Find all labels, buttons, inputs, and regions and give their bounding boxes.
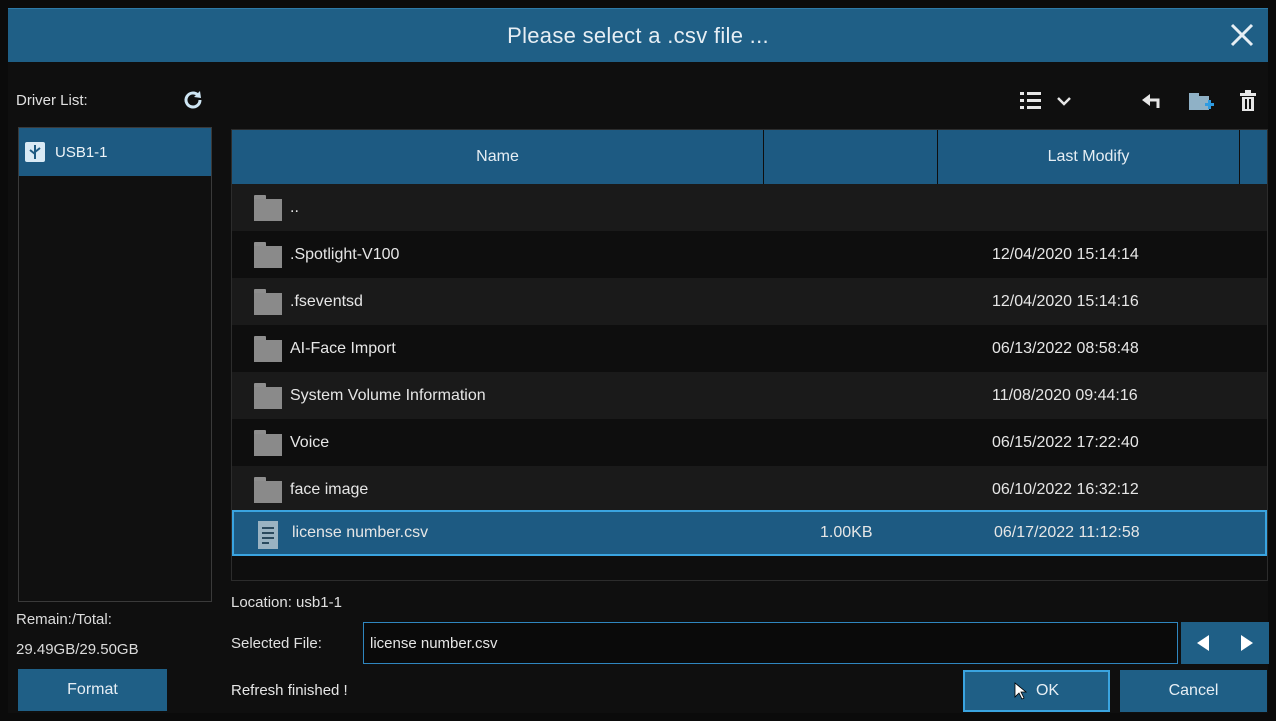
- row-name: AI-Face Import: [290, 339, 396, 357]
- table-row[interactable]: .Spotlight-V100 12/04/2020 15:14:14: [232, 231, 1267, 278]
- driver-item-label: USB1-1: [55, 143, 108, 161]
- folder-icon: [254, 430, 282, 456]
- driver-list-label: Driver List:: [16, 92, 88, 109]
- location-label: Location: usb1-1: [231, 594, 342, 611]
- folder-icon: [254, 242, 282, 268]
- ok-button-label: OK: [1035, 682, 1060, 699]
- new-folder-icon[interactable]: [1186, 86, 1216, 116]
- next-button[interactable]: [1225, 622, 1269, 664]
- row-name: license number.csv: [292, 524, 429, 541]
- row-modified: 06/10/2022 16:32:12: [992, 480, 1139, 498]
- trash-icon[interactable]: [1236, 86, 1260, 116]
- row-modified: 11/08/2020 09:44:16: [992, 386, 1138, 404]
- remain-total-label: Remain:/Total:: [16, 611, 112, 628]
- close-icon[interactable]: [1226, 19, 1258, 51]
- back-arrow-icon[interactable]: [1138, 86, 1164, 116]
- row-name: .Spotlight-V100: [290, 245, 400, 263]
- table-row[interactable]: face image 06/10/2022 16:32:12: [232, 466, 1267, 513]
- table-row[interactable]: AI-Face Import 06/13/2022 08:58:48: [232, 325, 1267, 372]
- table-row[interactable]: ..: [232, 184, 1267, 231]
- format-button[interactable]: Format: [18, 669, 167, 711]
- table-row-selected[interactable]: license number.csv 1.00KB 06/17/2022 11:…: [232, 510, 1267, 556]
- selected-file-input[interactable]: [363, 622, 1178, 664]
- dialog-title: Please select a .csv file ...: [507, 23, 769, 48]
- row-modified: 12/04/2020 15:14:14: [992, 245, 1139, 263]
- left-triangle-icon: [1197, 635, 1209, 651]
- ok-button[interactable]: OK: [963, 670, 1110, 712]
- row-name: ..: [290, 198, 299, 216]
- row-name: Voice: [290, 433, 330, 451]
- table-row[interactable]: System Volume Information 11/08/2020 09:…: [232, 372, 1267, 419]
- row-name: System Volume Information: [290, 386, 486, 404]
- cursor-icon: [1014, 682, 1028, 700]
- row-modified: 06/17/2022 11:12:58: [994, 524, 1140, 541]
- list-view-icon[interactable]: [1012, 86, 1080, 116]
- table-header: Name Last Modify: [232, 130, 1267, 184]
- driver-item-usb1-1[interactable]: USB1-1: [19, 128, 211, 176]
- prev-button[interactable]: [1181, 622, 1225, 664]
- folder-icon: [254, 336, 282, 362]
- dialog-title-bar: Please select a .csv file ...: [8, 8, 1268, 62]
- row-name: face image: [290, 480, 369, 498]
- row-name: .fseventsd: [290, 292, 363, 310]
- row-modified: 12/04/2020 15:14:16: [992, 292, 1139, 310]
- row-modified: 06/13/2022 08:58:48: [992, 339, 1139, 357]
- table-row[interactable]: .fseventsd 12/04/2020 15:14:16: [232, 278, 1267, 325]
- folder-icon: [254, 195, 282, 221]
- folder-icon: [254, 289, 282, 315]
- status-text: Refresh finished !: [231, 682, 348, 699]
- column-header-last-modify[interactable]: Last Modify: [938, 130, 1240, 184]
- file-icon: [258, 521, 278, 549]
- usb-icon: [25, 142, 45, 162]
- column-header-size[interactable]: [764, 130, 938, 184]
- refresh-icon[interactable]: [181, 88, 205, 112]
- cancel-button[interactable]: Cancel: [1120, 670, 1267, 712]
- right-triangle-icon: [1241, 635, 1253, 651]
- file-table: Name Last Modify .. .Spotlight-V100 12/0…: [231, 129, 1268, 581]
- selected-file-label: Selected File:: [231, 635, 322, 652]
- table-row[interactable]: Voice 06/15/2022 17:22:40: [232, 419, 1267, 466]
- driver-list: USB1-1: [18, 127, 212, 602]
- folder-icon: [254, 383, 282, 409]
- row-modified: 06/15/2022 17:22:40: [992, 433, 1139, 451]
- folder-icon: [254, 477, 282, 503]
- remain-total-value: 29.49GB/29.50GB: [16, 641, 139, 658]
- column-header-name[interactable]: Name: [232, 130, 764, 184]
- row-size: 1.00KB: [820, 524, 873, 541]
